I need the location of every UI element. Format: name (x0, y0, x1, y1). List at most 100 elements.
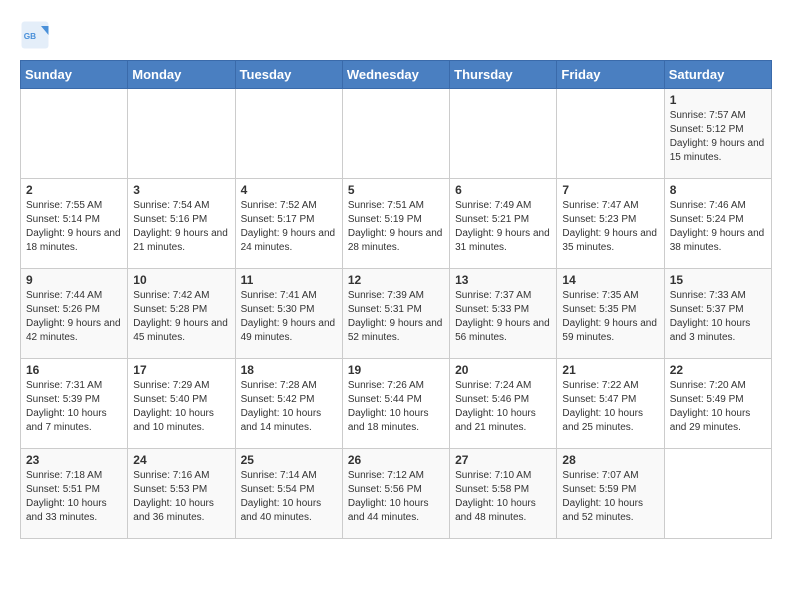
logo: GB (20, 20, 52, 50)
day-info: Sunrise: 7:35 AM Sunset: 5:35 PM Dayligh… (562, 289, 658, 345)
day-info: Sunrise: 7:29 AM Sunset: 5:40 PM Dayligh… (133, 379, 229, 435)
calendar-cell: 9 Sunrise: 7:44 AM Sunset: 5:26 PM Daylig… (21, 269, 128, 359)
day-number: 18 (241, 363, 337, 377)
day-info: Sunrise: 7:46 AM Sunset: 5:24 PM Dayligh… (670, 199, 766, 255)
svg-text:GB: GB (24, 32, 36, 41)
day-number: 17 (133, 363, 229, 377)
calendar-cell: 20 Sunrise: 7:24 AM Sunset: 5:46 PM Dayli… (450, 359, 557, 449)
day-number: 8 (670, 183, 766, 197)
day-number: 25 (241, 453, 337, 467)
calendar-cell: 16 Sunrise: 7:31 AM Sunset: 5:39 PM Dayli… (21, 359, 128, 449)
calendar-cell (450, 89, 557, 179)
calendar-cell: 5 Sunrise: 7:51 AM Sunset: 5:19 PM Daylig… (342, 179, 449, 269)
day-info: Sunrise: 7:44 AM Sunset: 5:26 PM Dayligh… (26, 289, 122, 345)
calendar-cell: 18 Sunrise: 7:28 AM Sunset: 5:42 PM Dayli… (235, 359, 342, 449)
calendar-cell: 21 Sunrise: 7:22 AM Sunset: 5:47 PM Dayli… (557, 359, 664, 449)
day-number: 15 (670, 273, 766, 287)
calendar-cell: 28Sunrise: 7:07 AM Sunset: 5:59 PM Dayli… (557, 449, 664, 539)
calendar-cell (235, 89, 342, 179)
day-info: Sunrise: 7:22 AM Sunset: 5:47 PM Dayligh… (562, 379, 658, 435)
day-number: 22 (670, 363, 766, 377)
day-info: Sunrise: 7:49 AM Sunset: 5:21 PM Dayligh… (455, 199, 551, 255)
day-number: 7 (562, 183, 658, 197)
day-number: 27 (455, 453, 551, 467)
day-number: 13 (455, 273, 551, 287)
column-header-sunday: Sunday (21, 61, 128, 89)
column-header-wednesday: Wednesday (342, 61, 449, 89)
day-number: 5 (348, 183, 444, 197)
day-info: Sunrise: 7:33 AM Sunset: 5:37 PM Dayligh… (670, 289, 766, 345)
page-header: GB (20, 20, 772, 50)
calendar-cell: 6 Sunrise: 7:49 AM Sunset: 5:21 PM Daylig… (450, 179, 557, 269)
day-info: Sunrise: 7:52 AM Sunset: 5:17 PM Dayligh… (241, 199, 337, 255)
day-number: 24 (133, 453, 229, 467)
day-info: Sunrise: 7:28 AM Sunset: 5:42 PM Dayligh… (241, 379, 337, 435)
day-number: 19 (348, 363, 444, 377)
calendar-cell (342, 89, 449, 179)
day-number: 3 (133, 183, 229, 197)
day-number: 2 (26, 183, 122, 197)
day-info: Sunrise: 7:07 AM Sunset: 5:59 PM Dayligh… (562, 469, 658, 525)
calendar-cell: 2 Sunrise: 7:55 AM Sunset: 5:14 PM Daylig… (21, 179, 128, 269)
day-number: 21 (562, 363, 658, 377)
day-number: 26 (348, 453, 444, 467)
day-info: Sunrise: 7:24 AM Sunset: 5:46 PM Dayligh… (455, 379, 551, 435)
day-number: 10 (133, 273, 229, 287)
day-info: Sunrise: 7:41 AM Sunset: 5:30 PM Dayligh… (241, 289, 337, 345)
day-number: 14 (562, 273, 658, 287)
day-number: 20 (455, 363, 551, 377)
day-info: Sunrise: 7:12 AM Sunset: 5:56 PM Dayligh… (348, 469, 444, 525)
calendar-cell: 15 Sunrise: 7:33 AM Sunset: 5:37 PM Dayli… (664, 269, 771, 359)
day-info: Sunrise: 7:10 AM Sunset: 5:58 PM Dayligh… (455, 469, 551, 525)
day-info: Sunrise: 7:39 AM Sunset: 5:31 PM Dayligh… (348, 289, 444, 345)
column-header-monday: Monday (128, 61, 235, 89)
column-header-thursday: Thursday (450, 61, 557, 89)
day-info: Sunrise: 7:55 AM Sunset: 5:14 PM Dayligh… (26, 199, 122, 255)
calendar-cell: 7Sunrise: 7:47 AM Sunset: 5:23 PM Daylig… (557, 179, 664, 269)
day-number: 16 (26, 363, 122, 377)
column-header-saturday: Saturday (664, 61, 771, 89)
day-info: Sunrise: 7:16 AM Sunset: 5:53 PM Dayligh… (133, 469, 229, 525)
calendar-cell: 14 Sunrise: 7:35 AM Sunset: 5:35 PM Dayli… (557, 269, 664, 359)
day-info: Sunrise: 7:14 AM Sunset: 5:54 PM Dayligh… (241, 469, 337, 525)
calendar-cell (557, 89, 664, 179)
calendar-cell: 24 Sunrise: 7:16 AM Sunset: 5:53 PM Dayli… (128, 449, 235, 539)
calendar-cell: 4 Sunrise: 7:52 AM Sunset: 5:17 PM Daylig… (235, 179, 342, 269)
day-number: 23 (26, 453, 122, 467)
day-info: Sunrise: 7:26 AM Sunset: 5:44 PM Dayligh… (348, 379, 444, 435)
day-info: Sunrise: 7:54 AM Sunset: 5:16 PM Dayligh… (133, 199, 229, 255)
calendar-cell: 1 Sunrise: 7:57 AM Sunset: 5:12 PM Daylig… (664, 89, 771, 179)
calendar-cell: 27 Sunrise: 7:10 AM Sunset: 5:58 PM Dayli… (450, 449, 557, 539)
calendar-cell: 23 Sunrise: 7:18 AM Sunset: 5:51 PM Dayli… (21, 449, 128, 539)
day-info: Sunrise: 7:18 AM Sunset: 5:51 PM Dayligh… (26, 469, 122, 525)
day-info: Sunrise: 7:20 AM Sunset: 5:49 PM Dayligh… (670, 379, 766, 435)
day-info: Sunrise: 7:37 AM Sunset: 5:33 PM Dayligh… (455, 289, 551, 345)
calendar-cell (128, 89, 235, 179)
calendar-cell: 3 Sunrise: 7:54 AM Sunset: 5:16 PM Daylig… (128, 179, 235, 269)
day-info: Sunrise: 7:42 AM Sunset: 5:28 PM Dayligh… (133, 289, 229, 345)
calendar-cell: 17 Sunrise: 7:29 AM Sunset: 5:40 PM Dayli… (128, 359, 235, 449)
calendar-table: SundayMondayTuesdayWednesdayThursdayFrid… (20, 60, 772, 539)
day-number: 6 (455, 183, 551, 197)
day-number: 11 (241, 273, 337, 287)
column-header-tuesday: Tuesday (235, 61, 342, 89)
calendar-cell: 11 Sunrise: 7:41 AM Sunset: 5:30 PM Dayli… (235, 269, 342, 359)
calendar-cell: 26 Sunrise: 7:12 AM Sunset: 5:56 PM Dayli… (342, 449, 449, 539)
calendar-cell: 12 Sunrise: 7:39 AM Sunset: 5:31 PM Dayli… (342, 269, 449, 359)
calendar-cell (21, 89, 128, 179)
day-number: 1 (670, 93, 766, 107)
column-header-friday: Friday (557, 61, 664, 89)
logo-icon: GB (20, 20, 50, 50)
day-info: Sunrise: 7:31 AM Sunset: 5:39 PM Dayligh… (26, 379, 122, 435)
calendar-cell: 19 Sunrise: 7:26 AM Sunset: 5:44 PM Dayli… (342, 359, 449, 449)
calendar-cell: 8 Sunrise: 7:46 AM Sunset: 5:24 PM Daylig… (664, 179, 771, 269)
day-number: 9 (26, 273, 122, 287)
calendar-cell: 25 Sunrise: 7:14 AM Sunset: 5:54 PM Dayli… (235, 449, 342, 539)
calendar-cell: 13 Sunrise: 7:37 AM Sunset: 5:33 PM Dayli… (450, 269, 557, 359)
day-number: 4 (241, 183, 337, 197)
day-number: 12 (348, 273, 444, 287)
day-info: Sunrise: 7:57 AM Sunset: 5:12 PM Dayligh… (670, 109, 766, 165)
calendar-cell (664, 449, 771, 539)
calendar-cell: 10 Sunrise: 7:42 AM Sunset: 5:28 PM Dayli… (128, 269, 235, 359)
day-info: Sunrise: 7:51 AM Sunset: 5:19 PM Dayligh… (348, 199, 444, 255)
